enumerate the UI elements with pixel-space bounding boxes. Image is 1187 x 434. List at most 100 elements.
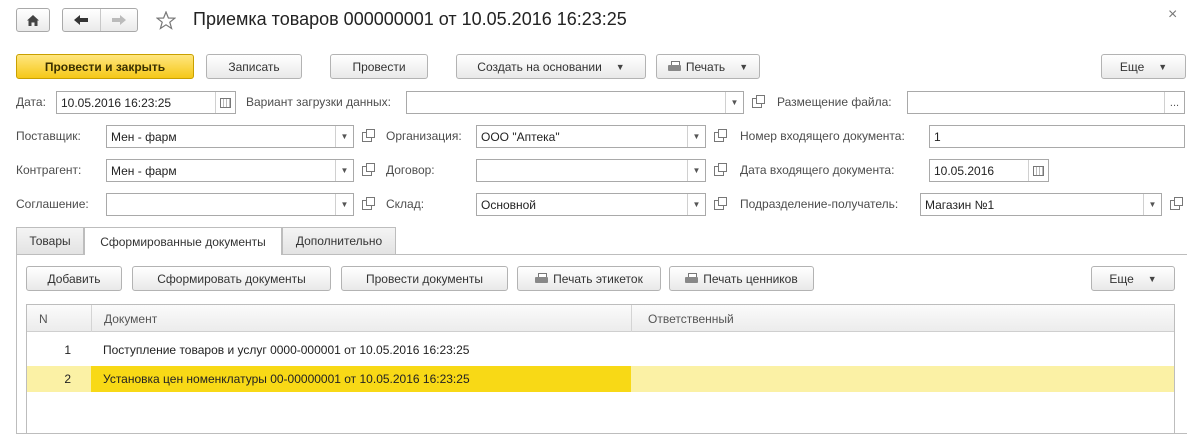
warehouse-label: Склад:: [386, 197, 425, 211]
save-button[interactable]: Записать: [206, 54, 302, 79]
calendar-button[interactable]: [1028, 160, 1048, 181]
row-responsible: [647, 366, 1167, 392]
organization-field[interactable]: ООО "Аптека" ▼: [476, 125, 706, 148]
warehouse-value: Основной: [481, 197, 537, 212]
more-label: Еще: [1119, 59, 1145, 74]
recipient-field[interactable]: Магазин №1 ▼: [920, 193, 1162, 216]
calendar-icon: [220, 97, 231, 108]
tab-additional[interactable]: Дополнительно: [282, 227, 396, 254]
browse-button[interactable]: ...: [1164, 92, 1184, 113]
organization-label: Организация:: [386, 129, 462, 143]
back-forward-group: [62, 8, 138, 32]
incoming-number-field[interactable]: 1: [929, 125, 1185, 148]
generate-documents-button[interactable]: Сформировать документы: [132, 266, 331, 291]
close-icon[interactable]: ×: [1168, 6, 1177, 24]
recipient-label: Подразделение-получатель:: [740, 197, 899, 211]
incoming-date-value: 10.05.2016: [934, 163, 995, 178]
post-and-close-label: Провести и закрыть: [44, 59, 166, 74]
contract-field[interactable]: ▼: [476, 159, 706, 182]
print-labels-label: Печать этикеток: [553, 271, 643, 286]
open-counterparty-button[interactable]: [359, 163, 375, 179]
column-document[interactable]: Документ: [91, 305, 611, 332]
tab-goods[interactable]: Товары: [16, 227, 84, 254]
create-based-on-label: Создать на основании: [477, 59, 602, 74]
open-organization-button[interactable]: [711, 129, 727, 145]
dropdown-arrow-icon[interactable]: ▼: [687, 160, 705, 181]
load-variant-field[interactable]: ▼: [406, 91, 744, 114]
create-based-on-button[interactable]: Создать на основании ▼: [456, 54, 646, 79]
open-supplier-button[interactable]: [359, 129, 375, 145]
table-row-selected[interactable]: 2 Установка цен номенклатуры 00-00000001…: [27, 366, 1174, 392]
row-document: Установка цен номенклатуры 00-00000001 о…: [91, 366, 631, 392]
post-documents-label: Провести документы: [365, 271, 484, 286]
calendar-icon: [1033, 165, 1044, 176]
row-document: Поступление товаров и услуг 0000-000001 …: [103, 343, 470, 357]
calendar-button[interactable]: [215, 92, 235, 113]
add-label: Добавить: [47, 271, 101, 286]
table-row[interactable]: 1 Поступление товаров и услуг 0000-00000…: [27, 337, 1174, 363]
date-field[interactable]: 10.05.2016 16:23:25: [56, 91, 236, 114]
print-labels-button[interactable]: Печать этикеток: [517, 266, 661, 291]
open-icon: [714, 163, 727, 176]
tab-additional-label: Дополнительно: [295, 234, 383, 248]
file-location-label: Размещение файла:: [777, 95, 892, 109]
panel-more-label: Еще: [1109, 271, 1134, 286]
printer-icon: [535, 273, 549, 284]
incoming-number-value: 1: [934, 129, 941, 144]
open-icon: [362, 129, 375, 142]
back-button[interactable]: [63, 9, 101, 31]
add-button[interactable]: Добавить: [26, 266, 122, 291]
incoming-date-field[interactable]: 10.05.2016: [929, 159, 1049, 182]
dropdown-arrow-icon: ▼: [615, 61, 625, 72]
open-icon: [714, 197, 727, 210]
date-value: 10.05.2016 16:23:25: [61, 95, 172, 110]
dropdown-arrow-icon[interactable]: ▼: [335, 126, 353, 147]
open-icon: [714, 129, 727, 142]
dropdown-arrow-icon[interactable]: ▼: [1143, 194, 1161, 215]
tab-goods-label: Товары: [29, 234, 71, 248]
open-warehouse-button[interactable]: [711, 197, 727, 213]
open-icon: [362, 163, 375, 176]
column-n[interactable]: N: [39, 305, 79, 332]
post-button[interactable]: Провести: [330, 54, 428, 79]
counterparty-label: Контрагент:: [16, 163, 82, 177]
open-load-variant-button[interactable]: [749, 95, 765, 111]
print-button[interactable]: Печать ▼: [656, 54, 760, 79]
agreement-field[interactable]: ▼: [106, 193, 354, 216]
open-agreement-button[interactable]: [359, 197, 375, 213]
dropdown-arrow-icon[interactable]: ▼: [335, 194, 353, 215]
warehouse-field[interactable]: Основной ▼: [476, 193, 706, 216]
supplier-label: Поставщик:: [16, 129, 81, 143]
home-icon: [27, 14, 39, 26]
favorite-star-icon[interactable]: [155, 8, 177, 32]
file-location-field[interactable]: ...: [907, 91, 1185, 114]
open-recipient-button[interactable]: [1167, 197, 1183, 213]
dropdown-arrow-icon: ▼: [739, 61, 749, 72]
more-button[interactable]: Еще ▼: [1101, 54, 1186, 79]
tab-generated-documents[interactable]: Сформированные документы: [84, 227, 282, 255]
row-number: 1: [64, 343, 71, 357]
dropdown-arrow-icon[interactable]: ▼: [725, 92, 743, 113]
open-icon: [752, 95, 765, 108]
post-and-close-button[interactable]: Провести и закрыть: [16, 54, 194, 79]
supplier-field[interactable]: Мен - фарм ▼: [106, 125, 354, 148]
panel-more-button[interactable]: Еще ▼: [1091, 266, 1175, 291]
counterparty-field[interactable]: Мен - фарм ▼: [106, 159, 354, 182]
arrow-right-icon: [111, 15, 126, 25]
window-title: Приемка товаров 000000001 от 10.05.2016 …: [193, 9, 627, 29]
open-icon: [362, 197, 375, 210]
save-label: Записать: [228, 59, 280, 74]
dropdown-arrow-icon[interactable]: ▼: [335, 160, 353, 181]
open-icon: [1170, 197, 1183, 210]
recipient-value: Магазин №1: [925, 197, 995, 212]
dropdown-arrow-icon[interactable]: ▼: [687, 194, 705, 215]
post-documents-button[interactable]: Провести документы: [341, 266, 508, 291]
dropdown-arrow-icon[interactable]: ▼: [687, 126, 705, 147]
row-responsible: [647, 337, 1167, 363]
forward-button[interactable]: [101, 9, 138, 31]
tab-generated-documents-label: Сформированные документы: [100, 234, 266, 249]
home-button[interactable]: [16, 8, 50, 32]
column-responsible[interactable]: Ответственный: [631, 305, 1171, 332]
open-contract-button[interactable]: [711, 163, 727, 179]
print-price-tags-button[interactable]: Печать ценников: [669, 266, 814, 291]
